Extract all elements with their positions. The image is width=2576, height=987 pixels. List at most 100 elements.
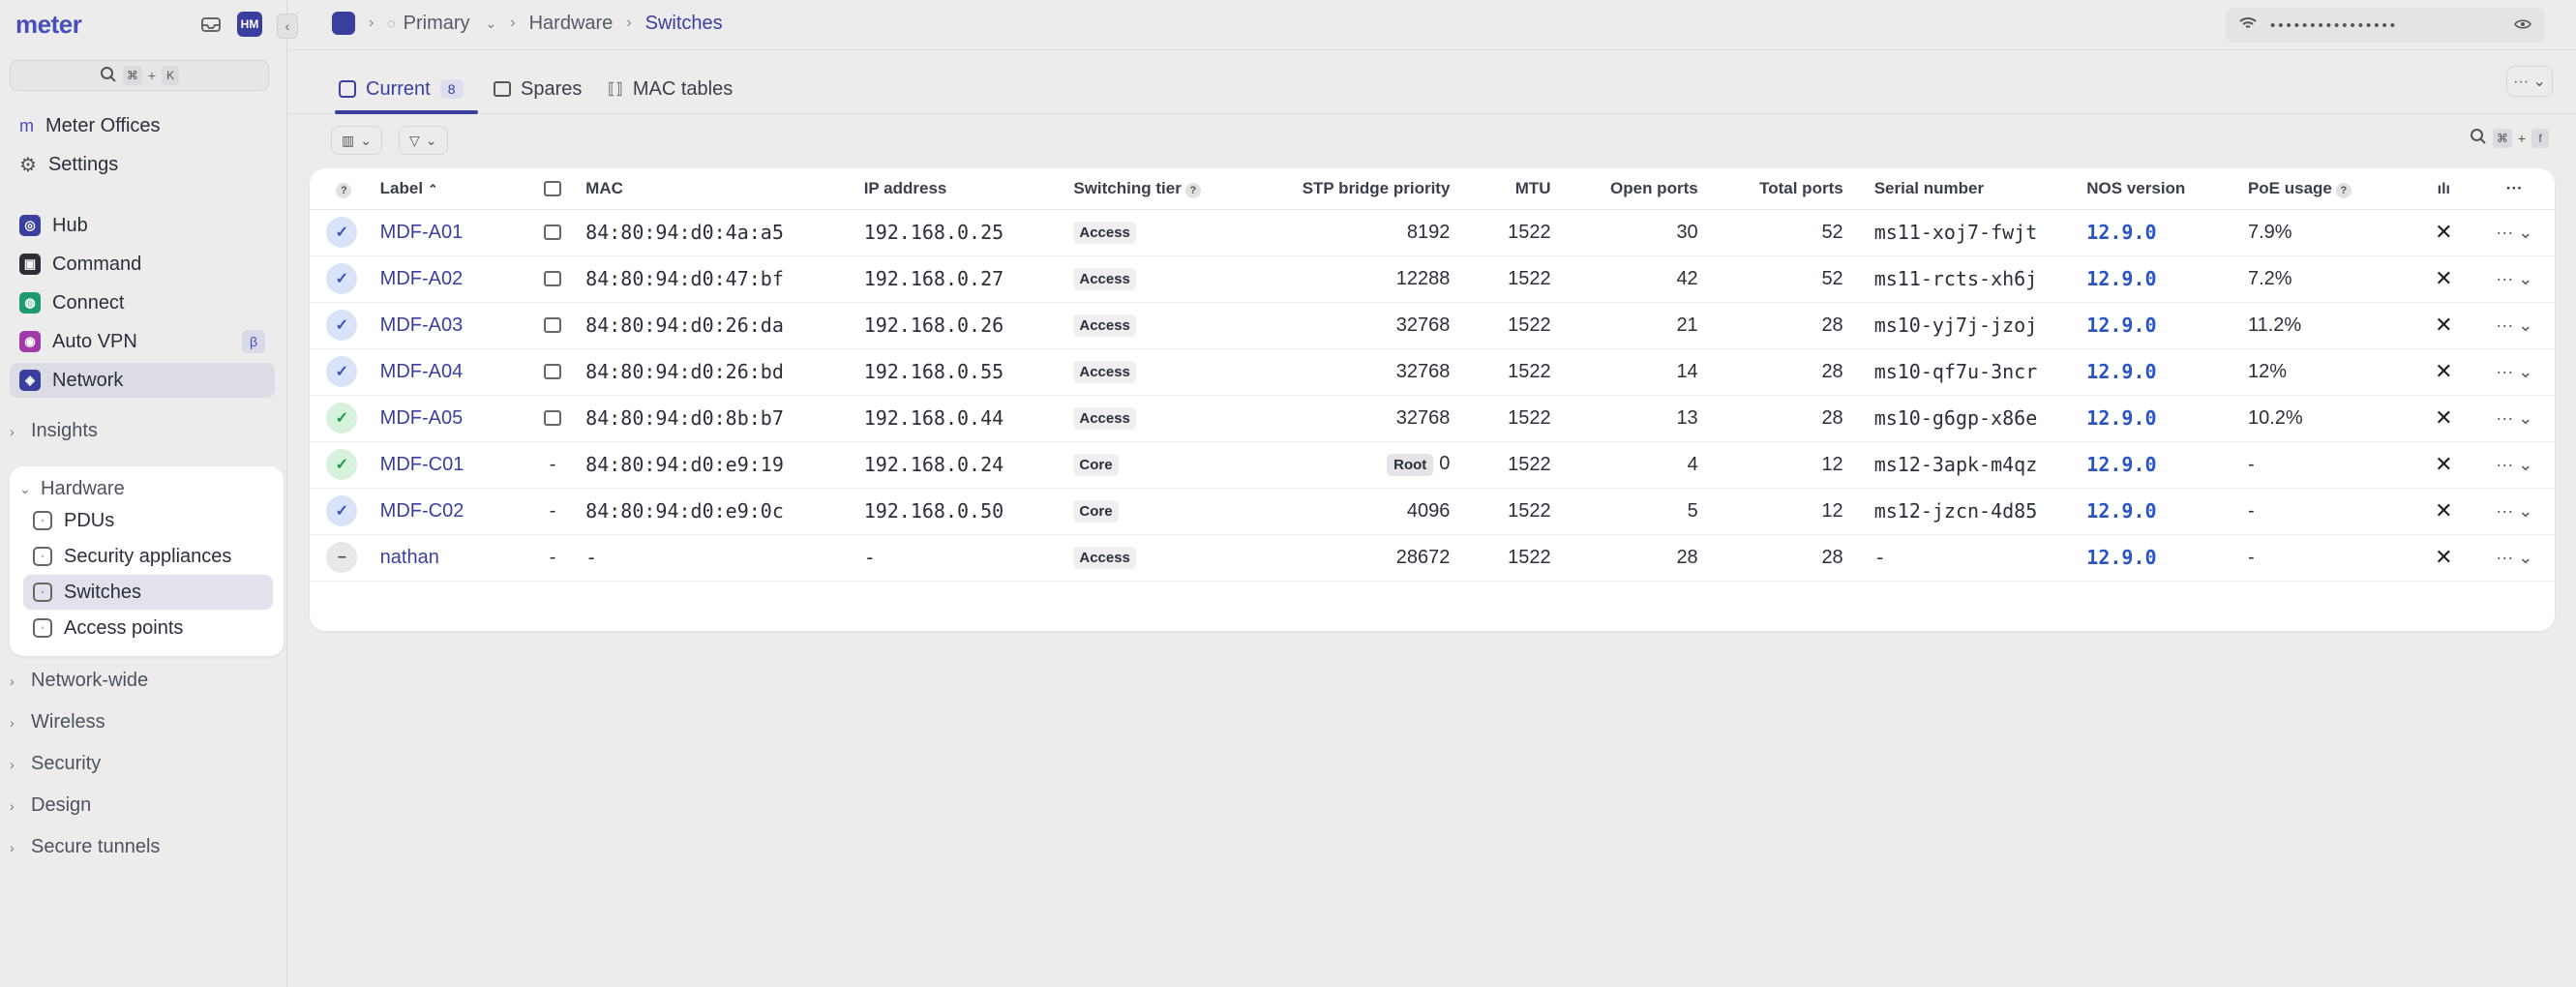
section-secure-tunnels[interactable]: › Secure tunnels — [10, 836, 160, 858]
actions-column-header[interactable]: ··· — [2473, 168, 2555, 210]
status-cell: ✓ — [310, 302, 374, 349]
row-actions-button[interactable]: ··· ⌄ — [2473, 534, 2555, 582]
section-network-wide[interactable]: › Network-wide — [10, 670, 148, 692]
sidebar-item-switches[interactable]: ◦ Switches — [23, 575, 273, 610]
switch-label-link[interactable]: MDF-A02 — [380, 268, 464, 289]
more-icon: ··· ⌄ — [2496, 547, 2533, 567]
nav-meter-offices[interactable]: m Meter Offices — [10, 108, 275, 143]
poe-column-header[interactable]: PoE usage? — [2241, 168, 2414, 210]
switch-label-link[interactable]: MDF-A04 — [380, 361, 464, 382]
status-column-header[interactable]: ? — [310, 168, 374, 210]
sidebar-item-pdus[interactable]: ◦ PDUs — [23, 503, 273, 538]
eye-icon[interactable] — [2514, 17, 2531, 34]
nav-settings[interactable]: ⚙ Settings — [10, 147, 275, 182]
table-row[interactable]: ✓ MDF-A04 84:80:94:d0:26:bd 192.168.0.55… — [310, 348, 2555, 396]
chevron-right-icon: › — [10, 756, 15, 772]
row-actions-button[interactable]: ··· ⌄ — [2473, 255, 2555, 303]
switch-label-link[interactable]: MDF-A01 — [380, 222, 464, 243]
total-ports-cell: 12 — [1703, 488, 1849, 535]
switch-label-link[interactable]: nathan — [380, 547, 439, 568]
row-actions-button[interactable]: ··· ⌄ — [2473, 209, 2555, 256]
ip-cell: - — [857, 534, 1068, 582]
table-row[interactable]: ✓ MDF-A02 84:80:94:d0:47:bf 192.168.0.27… — [310, 255, 2555, 303]
tab-current[interactable]: Current 8 — [339, 72, 464, 106]
section-hardware[interactable]: ⌄ Hardware — [19, 478, 125, 500]
device-column-header[interactable] — [524, 168, 581, 210]
stp-value: 0 — [1439, 453, 1451, 474]
nav-network[interactable]: ◈ Network — [10, 363, 275, 398]
gear-icon: ⚙ — [19, 154, 37, 176]
wifi-password-box[interactable]: •••••••••••••••• — [2226, 8, 2545, 43]
table-row[interactable]: ✓ MDF-A03 84:80:94:d0:26:da 192.168.0.26… — [310, 302, 2555, 349]
tab-spares[interactable]: Spares — [494, 72, 582, 106]
close-icon: ✕ — [2435, 313, 2453, 337]
filter-button[interactable]: ▽ ⌄ — [399, 126, 448, 155]
total-ports-cell: 52 — [1703, 209, 1849, 256]
switch-label-link[interactable]: MDF-A05 — [380, 407, 464, 429]
sidebar-item-access-points[interactable]: ◦ Access points — [23, 611, 273, 645]
mtu-cell: 1522 — [1455, 348, 1557, 396]
close-cell: ✕ — [2413, 488, 2474, 535]
open-ports-column-header[interactable]: Open ports — [1556, 168, 1704, 210]
tier-column-header[interactable]: Switching tier? — [1067, 168, 1255, 210]
switch-icon — [339, 80, 356, 98]
section-wireless[interactable]: › Wireless — [10, 711, 105, 733]
serial-column-header[interactable]: Serial number — [1848, 168, 2082, 210]
section-design[interactable]: › Design — [10, 794, 91, 817]
nav-label: Auto VPN — [52, 330, 137, 352]
switch-label-link[interactable]: MDF-A03 — [380, 314, 464, 336]
table-row[interactable]: ✓ MDF-C02 - 84:80:94:d0:e9:0c 192.168.0.… — [310, 488, 2555, 535]
mac-table-icon: ⟦⟧ — [608, 81, 623, 98]
tab-mac-tables[interactable]: ⟦⟧ MAC tables — [608, 72, 733, 106]
nos-column-header[interactable]: NOS version — [2081, 168, 2242, 210]
mac-column-header[interactable]: MAC — [580, 168, 858, 210]
wifi-password: •••••••••••••••• — [2270, 16, 2399, 34]
switch-label-link[interactable]: MDF-C02 — [380, 500, 464, 522]
nav-command[interactable]: ▣ Command — [10, 247, 275, 282]
label-column-header[interactable]: Label ⌃ — [374, 168, 525, 210]
status-online-icon: ✓ — [326, 403, 358, 434]
section-label: Hardware — [41, 478, 125, 499]
chevron-right-icon: › — [10, 839, 15, 855]
section-insights[interactable]: › Insights — [10, 420, 98, 442]
command-search-button[interactable]: ⌘ + K — [10, 60, 269, 91]
nav-label: Network — [52, 369, 124, 391]
stp-cell: 32768 — [1254, 395, 1456, 442]
table-row[interactable]: ✓ MDF-A05 84:80:94:d0:8b:b7 192.168.0.44… — [310, 395, 2555, 442]
network-icon[interactable] — [332, 12, 355, 35]
stp-value: 32768 — [1395, 406, 1451, 429]
total-ports-column-header[interactable]: Total ports — [1703, 168, 1849, 210]
table-row[interactable]: ✓ MDF-A01 84:80:94:d0:4a:a5 192.168.0.25… — [310, 209, 2555, 256]
sidebar-item-label: Switches — [64, 581, 142, 603]
meter-logo[interactable]: meter — [15, 10, 82, 40]
table-row[interactable]: ✓ MDF-C01 - 84:80:94:d0:e9:19 192.168.0.… — [310, 441, 2555, 489]
switch-label-link[interactable]: MDF-C01 — [380, 454, 464, 475]
nav-hub[interactable]: ◎ Hub — [10, 208, 275, 243]
table-row[interactable]: – nathan - - - Access 28672 1522 28 28 -… — [310, 534, 2555, 582]
row-actions-button[interactable]: ··· ⌄ — [2473, 441, 2555, 489]
poe-cell: 12% — [2241, 348, 2414, 396]
sidebar-item-security-appliances[interactable]: ◦ Security appliances — [23, 539, 273, 574]
nav-label: Hub — [52, 214, 88, 236]
more-options-button[interactable]: ··· ⌄ — [2506, 66, 2553, 97]
avatar[interactable]: HM — [237, 12, 262, 37]
command-icon: ▣ — [19, 254, 41, 275]
row-actions-button[interactable]: ··· ⌄ — [2473, 395, 2555, 442]
nav-connect[interactable]: ◍ Connect — [10, 285, 275, 320]
table-search-button[interactable]: ⌘ + f — [2470, 128, 2549, 148]
nav-auto-vpn[interactable]: ◉ Auto VPN β — [10, 324, 275, 359]
row-actions-button[interactable]: ··· ⌄ — [2473, 488, 2555, 535]
inbox-icon[interactable] — [198, 12, 224, 37]
row-actions-button[interactable]: ··· ⌄ — [2473, 348, 2555, 396]
device-icon — [544, 410, 562, 427]
row-actions-button[interactable]: ··· ⌄ — [2473, 302, 2555, 349]
section-security[interactable]: › Security — [10, 753, 101, 775]
ip-column-header[interactable]: IP address — [857, 168, 1068, 210]
breadcrumb-network-selector[interactable]: ◌ Primary ⌄ — [387, 13, 496, 35]
mtu-column-header[interactable]: MTU — [1455, 168, 1557, 210]
breadcrumb-hardware[interactable]: Hardware — [529, 13, 614, 35]
signal-column-header[interactable]: ılı — [2413, 168, 2474, 210]
columns-button[interactable]: ▥ ⌄ — [331, 126, 382, 155]
label-cell: MDF-A01 — [374, 209, 525, 256]
stp-column-header[interactable]: STP bridge priority — [1254, 168, 1456, 210]
